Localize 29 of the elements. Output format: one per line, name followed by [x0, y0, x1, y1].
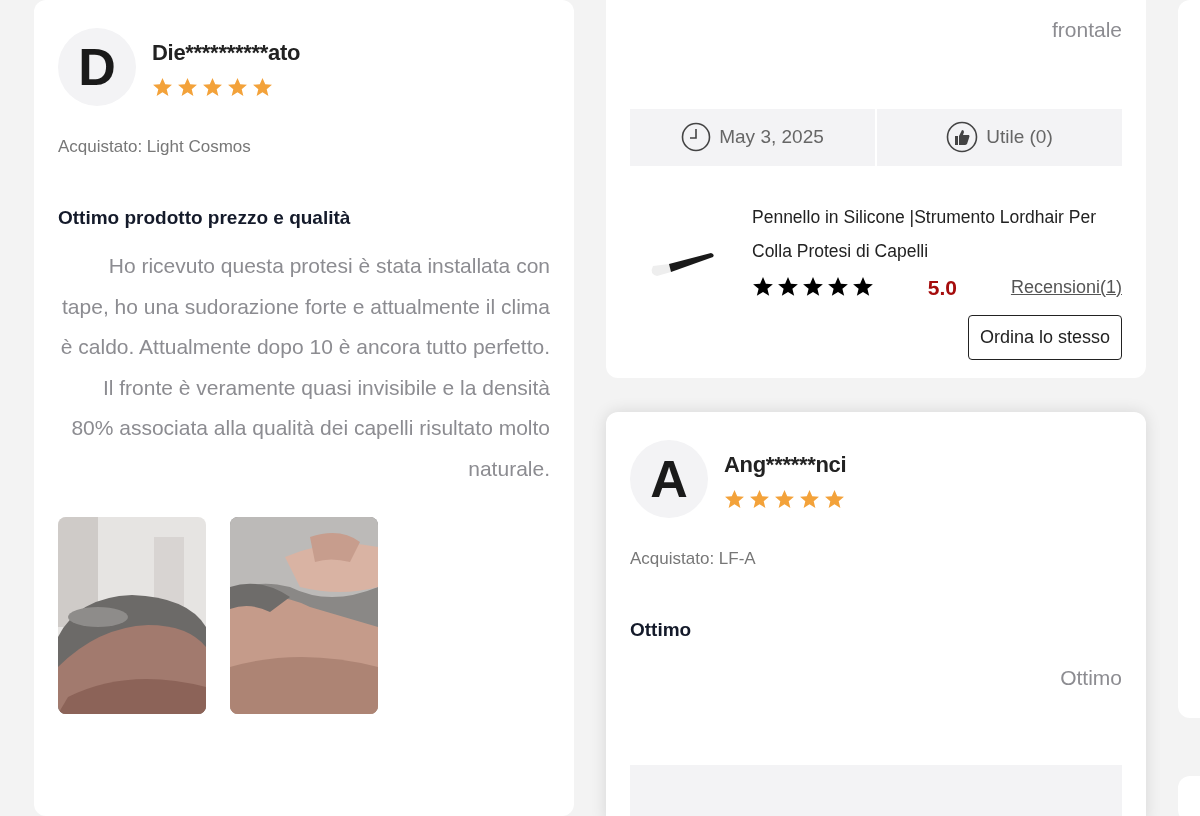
product-name[interactable]: Pennello in Silicone |Strumento Lordhair Per Colla Protesi di Capelli — [752, 199, 1122, 268]
reviewer-name: Ang******nci — [724, 451, 847, 479]
star-icon — [749, 489, 770, 510]
purchased-label: Acquistato: Light Cosmos — [58, 136, 252, 158]
star-icon — [177, 77, 198, 98]
rating-score: 5.0 — [927, 274, 958, 301]
star-icon — [824, 489, 845, 510]
purchased-label: Acquistato: LF-A — [630, 548, 757, 570]
review-title: Ottimo prodotto prezzo e qualità — [58, 205, 352, 230]
review-title: Ottimo — [630, 617, 693, 642]
star-icon — [252, 77, 273, 98]
star-icon — [202, 77, 223, 98]
star-icon — [774, 489, 795, 510]
avatar: D — [58, 28, 136, 106]
clock-icon — [681, 122, 712, 152]
avatar: A — [630, 440, 708, 518]
review-text: Ottimo — [1059, 665, 1122, 691]
star-icon — [799, 489, 820, 510]
reviews-link[interactable]: Recensioni(1) — [1010, 273, 1122, 301]
star-icon — [152, 77, 173, 98]
star-icon — [227, 77, 248, 98]
reviewer-name: Die**********ato — [152, 39, 301, 67]
star-icon — [724, 489, 745, 510]
review-text: Ho ricevuto questa protesi è stata installata con tape, ho una sudorazione forte e attualmente il clima è caldo. Attualmente dopo 10 è ancora tutto perfetto. Il fronte è veramente quasi invisibile e la densità 80% associata alla qualità dei capelli risultato molto naturale. — [59, 253, 550, 482]
order-button[interactable]: Ordina lo stesso — [967, 315, 1122, 360]
review-date: May 3, 2025 — [719, 124, 824, 149]
review-text: frontale — [1050, 17, 1122, 43]
helpful-count[interactable]: Utile (0) — [986, 122, 1053, 152]
thumbs-up-icon[interactable] — [946, 121, 979, 153]
